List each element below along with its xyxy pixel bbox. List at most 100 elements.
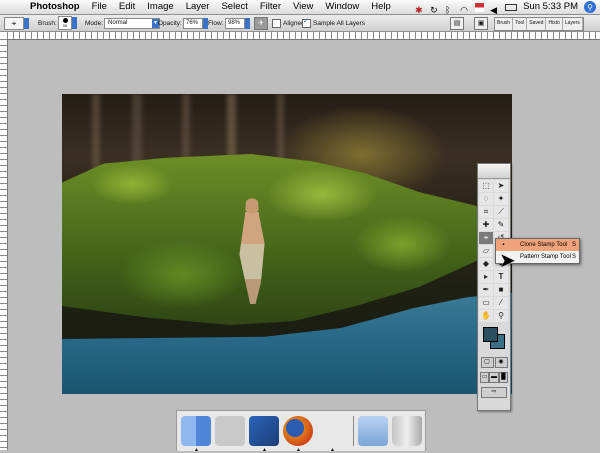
clone-stamp-preset-icon[interactable]: ⌖ [4,16,24,30]
marquee-tool-icon[interactable]: ⬚ [479,180,493,192]
flag-icon[interactable] [475,2,485,12]
hand-tool-icon[interactable]: ✋ [479,310,493,322]
full-screen-mode-icon[interactable]: █ [498,372,508,383]
sync-icon[interactable]: ↻ [430,3,439,15]
opacity-label: Opacity: [158,19,182,27]
crop-tool-icon[interactable]: ⌗ [479,206,493,218]
wifi-icon[interactable]: ◠ [460,3,469,15]
standard-mode-icon[interactable]: ▢ [480,357,494,368]
foreground-color-swatch[interactable] [483,327,498,342]
opacity-field[interactable]: 76% [183,17,203,29]
tools-palette-header[interactable] [478,164,510,179]
shape-tool-icon[interactable]: ■ [494,284,508,296]
quick-mask-mode-icon[interactable]: ◉ [494,357,508,368]
move-tool-icon[interactable]: ➤ [494,180,508,192]
type-tool-icon[interactable]: T [494,271,508,283]
menubar-clock[interactable]: Sun 5:33 PM [523,0,578,14]
firefox-icon[interactable]: ▲ [283,416,313,453]
palette-tab-histo[interactable]: Histo [546,18,563,30]
script-editor-icon[interactable]: ▲ [317,416,347,453]
folder-icon[interactable] [358,416,388,446]
system-preferences-icon[interactable] [215,416,245,446]
flyout-pattern-stamp-label: Pattern Stamp Tool [520,254,571,260]
finder-icon[interactable]: ▲ [181,416,211,453]
vertical-ruler[interactable] [0,39,8,450]
screen-modes: ▭ ▬ █ [478,370,510,385]
brush-tool-icon[interactable]: ✎ [494,219,508,231]
menu-filter[interactable]: Filter [254,0,287,14]
clone-stamp-tool-icon[interactable]: ⌖ [479,232,493,244]
color-swatches [478,325,510,353]
eyedropper-tool-icon[interactable]: ⁄ [494,297,508,309]
preset-dropdown-icon[interactable] [24,17,29,29]
mode-select[interactable]: Normal ▼ [104,17,160,29]
flow-label: Flow: [208,19,224,27]
notes-tool-icon[interactable]: ▭ [479,297,493,309]
mask-modes: ▢ ◉ [478,355,510,370]
brush-dropdown-icon[interactable] [72,17,77,29]
palette-menu-icon[interactable]: ▤ [450,16,464,30]
menu-edit[interactable]: Edit [113,0,141,14]
flyout-pattern-stamp-key: S [571,254,576,260]
magic-wand-tool-icon[interactable]: ✦ [494,193,508,205]
flyout-clone-stamp-key: S [571,242,576,248]
zoom-tool-icon[interactable]: ⚲ [494,310,508,322]
selected-dot-icon: ▪ [502,242,505,248]
options-bar: ⌖ Brush: 55 Mode: Normal ▼ Opacity: 76% … [0,15,600,32]
trash-icon[interactable] [392,416,422,446]
menu-select[interactable]: Select [215,0,253,14]
menu-view[interactable]: View [287,0,319,14]
jump-to: ⇨ [478,385,510,400]
menubar: Photoshop File Edit Image Layer Select F… [0,0,600,15]
mode-value: Normal [108,19,128,26]
menu-image[interactable]: Image [141,0,179,14]
horizontal-ruler[interactable] [7,32,600,40]
pen-tool-icon[interactable]: ✒ [479,284,493,296]
full-screen-menubar-icon[interactable]: ▬ [489,372,499,383]
path-selection-tool-icon[interactable]: ▸ [479,271,493,283]
dock: ▲ ▲ ▲ ▲ [176,410,426,453]
tool-preset-picker[interactable]: ⌖ [4,15,29,31]
blur-tool-icon[interactable]: ◆ [479,258,493,270]
lasso-tool-icon[interactable]: ◌ [479,193,493,205]
palette-tab-tool[interactable]: Tool [513,18,528,30]
menu-help[interactable]: Help [365,0,397,14]
palette-well: Brush Tool Saved Histo Layers [494,17,584,31]
brush-picker[interactable]: 55 [58,15,77,31]
airbrush-icon[interactable]: ✈ [254,16,268,30]
flyout-clone-stamp-label: Clone Stamp Tool [520,242,568,248]
document-canvas[interactable] [62,94,512,394]
palette-tab-brush[interactable]: Brush [495,18,514,30]
eraser-tool-icon[interactable]: ▱ [479,245,493,257]
palette-tab-saved[interactable]: Saved [527,18,547,30]
photoshop-icon[interactable]: ▲ [249,416,279,453]
jump-to-imageready-icon[interactable]: ⇨ [481,387,507,398]
menu-window[interactable]: Window [319,0,365,14]
menu-file[interactable]: File [86,0,113,14]
volume-icon[interactable]: ◀ [490,3,499,15]
battery-icon[interactable] [505,3,518,11]
sample-all-layers-label: Sample All Layers [313,19,366,27]
healing-brush-tool-icon[interactable]: ✚ [479,219,493,231]
mode-label: Mode: [85,19,104,27]
palette-tab-layers[interactable]: Layers [562,18,583,30]
slice-tool-icon[interactable]: ⟋ [494,206,508,218]
document-icon[interactable]: ▣ [474,16,488,30]
standard-screen-mode-icon[interactable]: ▭ [480,372,490,383]
spotlight-icon[interactable]: ⚲ [584,1,596,13]
menubar-status: ✱ ↻ ᛒ ◠ ◀ Sun 5:33 PM ⚲ [409,0,600,15]
aligned-checkbox[interactable] [272,18,281,28]
brush-label: Brush: [38,19,57,27]
script-menu-icon[interactable]: ✱ [415,3,424,15]
flow-slider-icon[interactable] [245,17,250,29]
dock-separator [353,416,354,446]
tools-palette: ⬚ ➤ ◌ ✦ ⌗ ⟋ ✚ ✎ ⌖ ↺ ▱ ▦ ◆ ● ▸ T ✒ ■ ▭ ⁄ … [477,163,511,411]
bluetooth-icon[interactable]: ᛒ [445,3,454,15]
sample-all-layers-checkbox[interactable] [302,17,311,28]
flow-field[interactable]: 98% [225,17,245,29]
brush-size: 55 [62,23,68,28]
menu-layer[interactable]: Layer [180,0,216,14]
menu-app[interactable]: Photoshop [28,0,86,14]
brush-preview-icon[interactable]: 55 [58,16,72,30]
mouse-pointer-icon: ➤ [499,250,516,272]
